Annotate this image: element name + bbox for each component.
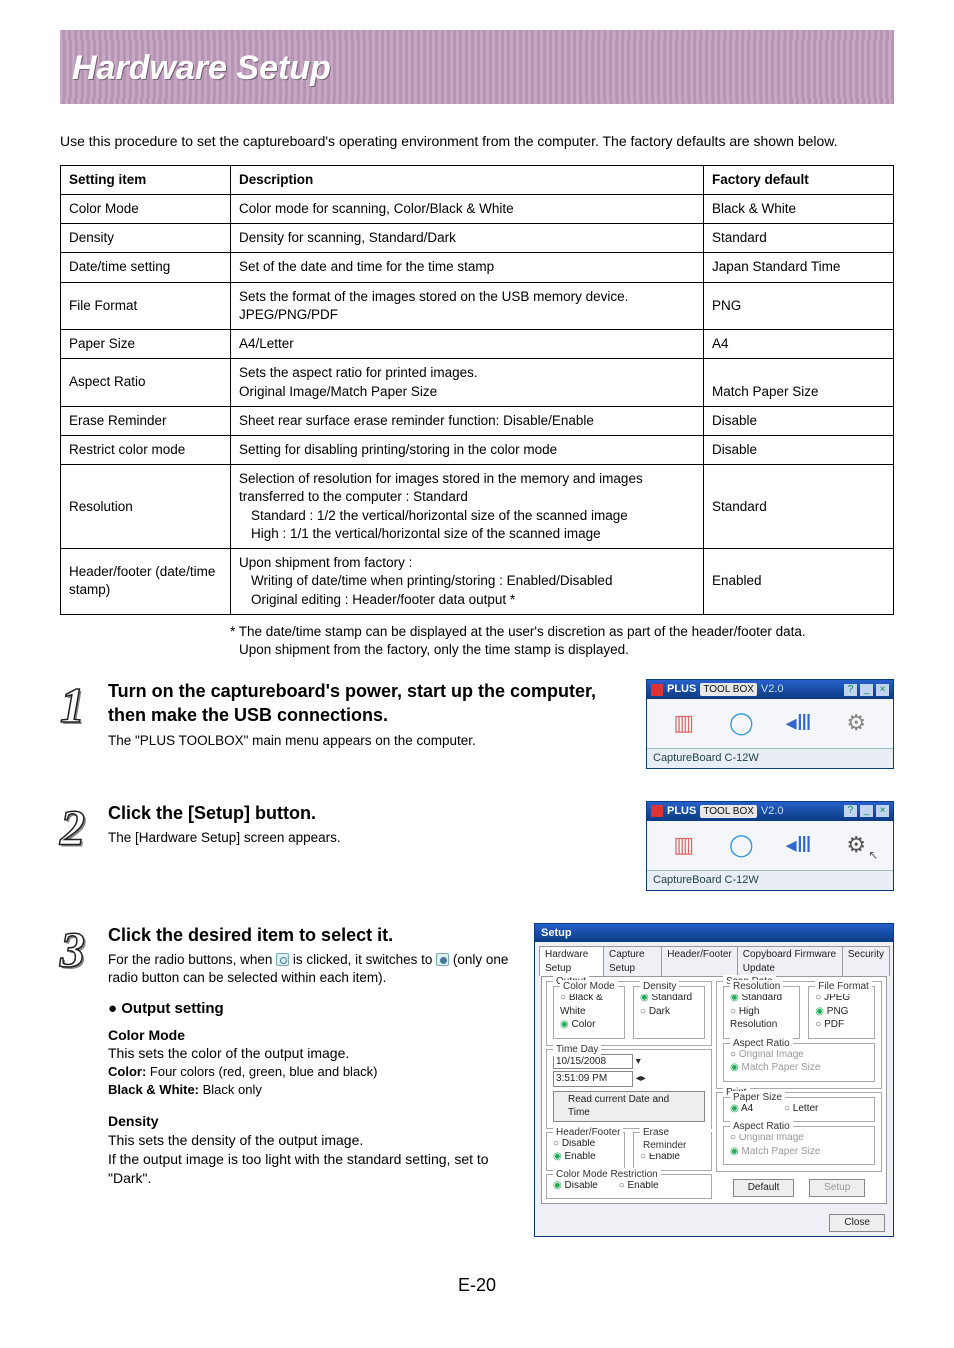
setup-dialog: Setup Hardware Setup Capture Setup Heade… <box>534 923 894 1237</box>
group-print: Print Paper Size A4 Letter Aspect Ratio … <box>716 1092 882 1173</box>
setup-icon[interactable]: ⚙ <box>838 707 874 739</box>
close-button[interactable]: Close <box>829 1214 885 1232</box>
step-3: 3 Setup Hardware Setup Capture Setup Hea… <box>60 923 894 1247</box>
radio-off-icon <box>276 953 289 966</box>
table-row: Resolution Selection of resolution for i… <box>61 465 894 549</box>
close-icon[interactable]: × <box>876 684 889 696</box>
group-color-mode: Color Mode Black & White Color <box>553 986 625 1039</box>
page-title: Hardware Setup <box>72 46 882 92</box>
setup-icon-hover[interactable]: ⚙↖ <box>838 829 874 861</box>
status-bar: CaptureBoard C-12W <box>647 870 893 890</box>
group-density: Density Standard Dark <box>633 986 705 1039</box>
mark-icon[interactable]: ◯ <box>723 829 759 861</box>
th-description: Description <box>231 165 704 194</box>
group-resolution: Resolution Standard High Resolution <box>723 986 800 1039</box>
page-title-banner: Hardware Setup <box>60 30 894 104</box>
toolbox-window-2: PLUS TOOL BOX V2.0 ? _ × ▥ ◯ ◂Ⅲ <box>646 801 894 891</box>
table-row: Aspect RatioSets the aspect ratio for pr… <box>61 359 894 406</box>
table-row: File FormatSets the format of the images… <box>61 282 894 329</box>
radio-sar-match[interactable]: Match Paper Size <box>730 1061 868 1075</box>
radio-dark[interactable]: Dark <box>640 1005 698 1019</box>
settings-table: Setting item Description Factory default… <box>60 165 894 615</box>
tab-security[interactable]: Security <box>842 946 890 976</box>
scan-icon[interactable]: ▥ <box>666 829 702 861</box>
step-2: 2 PLUS TOOL BOX V2.0 ? _ × <box>60 801 894 901</box>
step-3-title: Click the desired item to select it. <box>108 923 548 947</box>
table-row: DensityDensity for scanning, Standard/Da… <box>61 224 894 253</box>
setup-dialog-title: Setup <box>535 924 893 943</box>
group-scan-aspect: Aspect Ratio Original Image Match Paper … <box>723 1043 875 1082</box>
default-button[interactable]: Default <box>733 1179 795 1197</box>
table-footnote: * The date/time stamp can be displayed a… <box>230 623 894 659</box>
mark-icon[interactable]: ◯ <box>723 707 759 739</box>
tab-firmware-update[interactable]: Copyboard Firmware Update <box>737 946 843 976</box>
minimize-icon[interactable]: _ <box>860 805 873 817</box>
step-1: 1 PLUS TOOL BOX V2.0 ? _ × <box>60 679 894 779</box>
time-field[interactable]: 3:51:09 PM <box>553 1071 633 1087</box>
radio-png[interactable]: PNG <box>815 1005 868 1019</box>
density-desc-1: This sets the density of the output imag… <box>108 1131 548 1150</box>
radio-letter[interactable]: Letter <box>784 1102 818 1116</box>
step-number-1: 1 <box>60 679 108 728</box>
help-icon[interactable]: ? <box>844 805 857 817</box>
group-header-footer: Header/Footer Disable Enable <box>546 1132 625 1171</box>
group-output: Output Color Mode Black & White Color De… <box>546 981 712 1046</box>
th-factory-default: Factory default <box>704 165 894 194</box>
radio-par-match[interactable]: Match Paper Size <box>730 1145 868 1159</box>
table-row: Header/footer (date/time stamp) Upon shi… <box>61 549 894 615</box>
toolbox-window-1: PLUS TOOL BOX V2.0 ? _ × ▥ ◯ ◂Ⅲ <box>646 679 894 769</box>
intro-text: Use this procedure to set the captureboa… <box>60 132 894 151</box>
radio-res-high[interactable]: High Resolution <box>730 1005 793 1032</box>
color-mode-desc: This sets the color of the output image. <box>108 1044 548 1063</box>
tab-capture-setup[interactable]: Capture Setup <box>603 946 662 976</box>
table-row: Paper SizeA4/LetterA4 <box>61 330 894 359</box>
group-time-day: Time Day 10/15/2008 ▾ 3:51:09 PM ◂▸ Read… <box>546 1049 712 1129</box>
step-number-3: 3 <box>60 923 108 972</box>
table-row: Date/time settingSet of the date and tim… <box>61 253 894 282</box>
group-color-mode-restriction: Color Mode Restriction Disable Enable <box>546 1174 712 1200</box>
status-bar: CaptureBoard C-12W <box>647 748 893 768</box>
group-erase-reminder: Erase Reminder Disable Enable <box>633 1132 712 1171</box>
radio-pdf[interactable]: PDF <box>815 1018 868 1032</box>
th-setting-item: Setting item <box>61 165 231 194</box>
scan-icon[interactable]: ▥ <box>666 707 702 739</box>
density-desc-2: If the output image is too light with th… <box>108 1150 548 1188</box>
close-icon[interactable]: × <box>876 805 889 817</box>
group-scan-data: Scan Data Resolution Standard High Resol… <box>716 981 882 1089</box>
output-setting-heading: Output setting <box>108 999 548 1019</box>
density-heading: Density <box>108 1112 548 1131</box>
read-date-button[interactable]: Read current Date and Time <box>553 1091 705 1122</box>
minimize-icon[interactable]: _ <box>860 684 873 696</box>
transfer-icon[interactable]: ◂Ⅲ <box>781 829 817 861</box>
color-mode-heading: Color Mode <box>108 1026 548 1045</box>
step-3-sub: For the radio buttons, when is clicked, … <box>108 951 548 987</box>
group-file-format: File Format JPEG PNG PDF <box>808 986 875 1039</box>
table-row: Color ModeColor mode for scanning, Color… <box>61 195 894 224</box>
radio-on-icon <box>436 953 449 966</box>
tab-header-footer[interactable]: Header/Footer <box>661 946 737 976</box>
radio-color[interactable]: Color <box>560 1018 618 1032</box>
help-icon[interactable]: ? <box>844 684 857 696</box>
app-icon <box>651 805 663 817</box>
radio-bw[interactable]: Black & White <box>560 991 618 1018</box>
step-number-2: 2 <box>60 801 108 850</box>
tab-hardware-setup[interactable]: Hardware Setup <box>539 946 604 976</box>
radio-hf-enable[interactable]: Enable <box>553 1150 618 1164</box>
group-print-aspect: Aspect Ratio Original Image Match Paper … <box>723 1126 875 1165</box>
app-icon <box>651 684 663 696</box>
table-row: Restrict color modeSetting for disabling… <box>61 435 894 464</box>
setup-button[interactable]: Setup <box>809 1179 865 1197</box>
group-paper-size: Paper Size A4 Letter <box>723 1097 875 1123</box>
transfer-icon[interactable]: ◂Ⅲ <box>781 707 817 739</box>
table-row: Erase ReminderSheet rear surface erase r… <box>61 406 894 435</box>
setup-tabs: Hardware Setup Capture Setup Header/Foot… <box>535 942 893 976</box>
page-number: E-20 <box>60 1273 894 1297</box>
